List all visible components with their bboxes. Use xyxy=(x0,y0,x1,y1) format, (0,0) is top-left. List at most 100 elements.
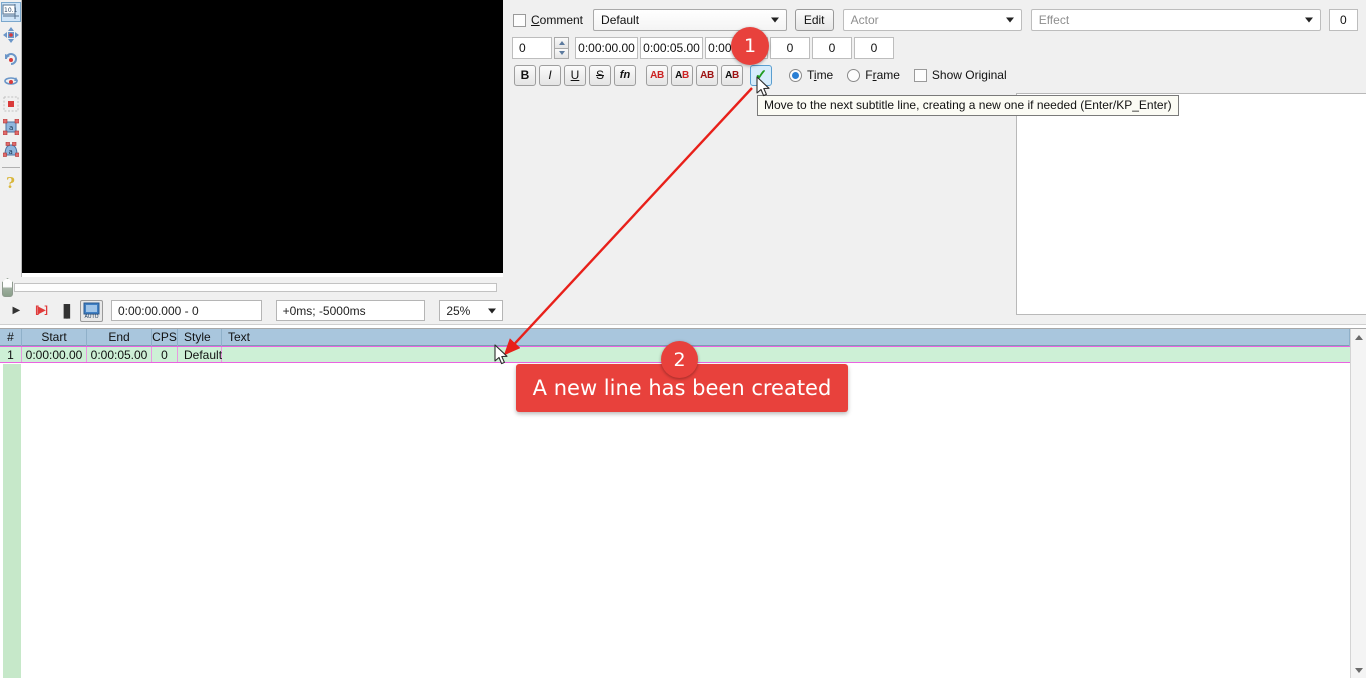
rotate-xy-tool-button[interactable] xyxy=(1,71,21,91)
margin-vertical-field[interactable]: 0 xyxy=(854,37,894,59)
layer-spinner-down[interactable] xyxy=(554,47,569,59)
scroll-down-button[interactable] xyxy=(1351,662,1366,678)
margin-left-field[interactable]: 0 xyxy=(770,37,810,59)
chevron-down-icon xyxy=(1005,17,1014,23)
mouse-cursor-grid xyxy=(494,344,508,365)
actor-combo[interactable]: Actor xyxy=(842,9,1022,31)
column-header-end-label: End xyxy=(108,330,130,344)
column-header-end[interactable]: End xyxy=(87,328,152,346)
show-original-label: Show Original xyxy=(931,68,1007,82)
italic-button[interactable]: I xyxy=(539,64,561,86)
layer-field[interactable]: 0 xyxy=(512,37,552,59)
scale-icon xyxy=(3,96,18,112)
strikeout-label: S xyxy=(595,68,604,82)
chevron-down-icon xyxy=(1304,17,1313,23)
column-header-index[interactable]: # xyxy=(0,328,22,346)
rect-clip-icon: a xyxy=(2,119,19,135)
bold-label: B xyxy=(520,68,530,82)
play-line-icon: [▶] xyxy=(35,305,47,316)
underline-button[interactable]: U xyxy=(564,64,586,86)
rotate-z-icon xyxy=(4,53,17,65)
svg-text:10.1: 10.1 xyxy=(4,7,18,14)
comment-label: Comment xyxy=(531,13,584,27)
play-line-button[interactable]: [▶] xyxy=(31,300,52,322)
primary-color-a: A xyxy=(650,69,657,81)
comment-checkbox[interactable] xyxy=(513,13,526,27)
triangle-up-icon xyxy=(558,40,565,45)
auto-commit-button[interactable]: AUTO xyxy=(80,299,103,322)
video-offset-field[interactable]: +0ms; -5000ms xyxy=(275,300,426,321)
video-playback-toolbar: ▶ [▶] ▐▌ AUTO 0:00:00.000 - 0 +0ms; -500… xyxy=(0,297,504,325)
drag-move-tool-button[interactable] xyxy=(1,25,21,45)
layer-spinner-up[interactable] xyxy=(554,37,569,48)
column-header-style[interactable]: Style xyxy=(178,328,222,346)
effect-combo[interactable]: Effect xyxy=(1030,9,1321,31)
end-time-field[interactable]: 0:00:05.00 xyxy=(640,37,703,59)
triangle-down-icon xyxy=(558,51,565,56)
effect-layer-field[interactable]: 0 xyxy=(1328,9,1359,31)
column-header-style-label: Style xyxy=(184,330,211,344)
rotate-z-tool-button[interactable] xyxy=(1,48,21,68)
margin-right-field[interactable]: 0 xyxy=(812,37,852,59)
frame-radio[interactable] xyxy=(847,68,861,82)
column-header-start-label: Start xyxy=(41,330,67,344)
scale-tool-button[interactable] xyxy=(1,94,21,114)
shadow-color-b: B xyxy=(732,69,739,81)
question-mark-icon: ? xyxy=(6,174,15,192)
font-button[interactable]: fn xyxy=(614,64,636,86)
outline-color-button[interactable]: AB xyxy=(696,64,718,86)
video-seek-thumb[interactable] xyxy=(2,278,13,297)
actor-placeholder: Actor xyxy=(850,13,879,27)
column-header-cps[interactable]: CPS xyxy=(152,328,178,346)
primary-color-button[interactable]: AB xyxy=(646,64,668,86)
chevron-down-icon xyxy=(770,17,779,23)
grid-vertical-scrollbar[interactable] xyxy=(1350,329,1366,678)
outline-color-b: B xyxy=(707,69,714,81)
auto-scroll-icon: AUTO xyxy=(83,302,100,319)
pause-button[interactable]: ▐▌ xyxy=(55,300,76,322)
bold-button[interactable]: B xyxy=(514,64,536,86)
svg-text:a: a xyxy=(8,148,12,156)
edit-style-label: Edit xyxy=(803,13,825,27)
commit-button-tooltip: Move to the next subtitle line, creating… xyxy=(757,95,1179,116)
video-zoom-combo[interactable]: 25% xyxy=(439,300,504,321)
help-tool-button[interactable]: ? xyxy=(1,173,21,193)
move-arrows-icon xyxy=(2,27,19,43)
aegisub-window: 10.1 a a ? ▶ [▶] ▐▌ AUTO 0:00:00.000 - 0… xyxy=(0,0,1366,678)
tooltip-text: Move to the next subtitle line, creating… xyxy=(764,98,1172,112)
time-radio[interactable] xyxy=(789,68,802,82)
video-display[interactable] xyxy=(22,0,503,273)
style-combo-value: Default xyxy=(601,13,640,27)
triangle-up-icon xyxy=(1355,334,1363,340)
frame-radio-label: Frame xyxy=(865,68,900,82)
margin-vertical-value: 0 xyxy=(870,41,878,55)
secondary-color-button[interactable]: AB xyxy=(671,64,693,86)
coordinates-tool-button[interactable]: 10.1 xyxy=(0,2,21,22)
subtitle-edit-panel: Comment Default Edit Actor Effect 0 0 0:… xyxy=(503,0,1366,325)
play-button[interactable]: ▶ xyxy=(6,300,27,322)
shadow-color-button[interactable]: AB xyxy=(721,64,743,86)
rectangular-clip-tool-button[interactable]: a xyxy=(1,117,21,137)
show-original-checkbox[interactable] xyxy=(913,68,927,82)
start-time-value: 0:00:00.00 xyxy=(578,41,635,55)
step-badge-2-label: 2 xyxy=(673,348,686,371)
cell-style: Default xyxy=(178,347,222,362)
scroll-up-button[interactable] xyxy=(1351,329,1366,345)
rotate-xy-icon xyxy=(3,77,18,85)
pause-icon: ▐▌ xyxy=(59,303,74,318)
layer-spinner[interactable] xyxy=(554,37,569,59)
vector-clip-tool-button[interactable]: a xyxy=(1,140,21,160)
edit-style-button[interactable]: Edit xyxy=(794,9,834,31)
tools-divider xyxy=(1,167,20,168)
column-header-start[interactable]: Start xyxy=(22,328,87,346)
cell-cps-value: 0 xyxy=(161,347,168,362)
time-radio-label: Time xyxy=(807,68,834,82)
subtitle-text-editor[interactable] xyxy=(1016,93,1366,315)
strikeout-button[interactable]: S xyxy=(589,64,611,86)
outline-color-a: A xyxy=(700,69,707,81)
column-header-text[interactable]: Text xyxy=(222,328,1350,346)
video-position-field[interactable]: 0:00:00.000 - 0 xyxy=(110,300,262,321)
video-seek-track[interactable] xyxy=(14,283,497,292)
start-time-field[interactable]: 0:00:00.00 xyxy=(575,37,638,59)
column-header-text-label: Text xyxy=(228,330,251,344)
